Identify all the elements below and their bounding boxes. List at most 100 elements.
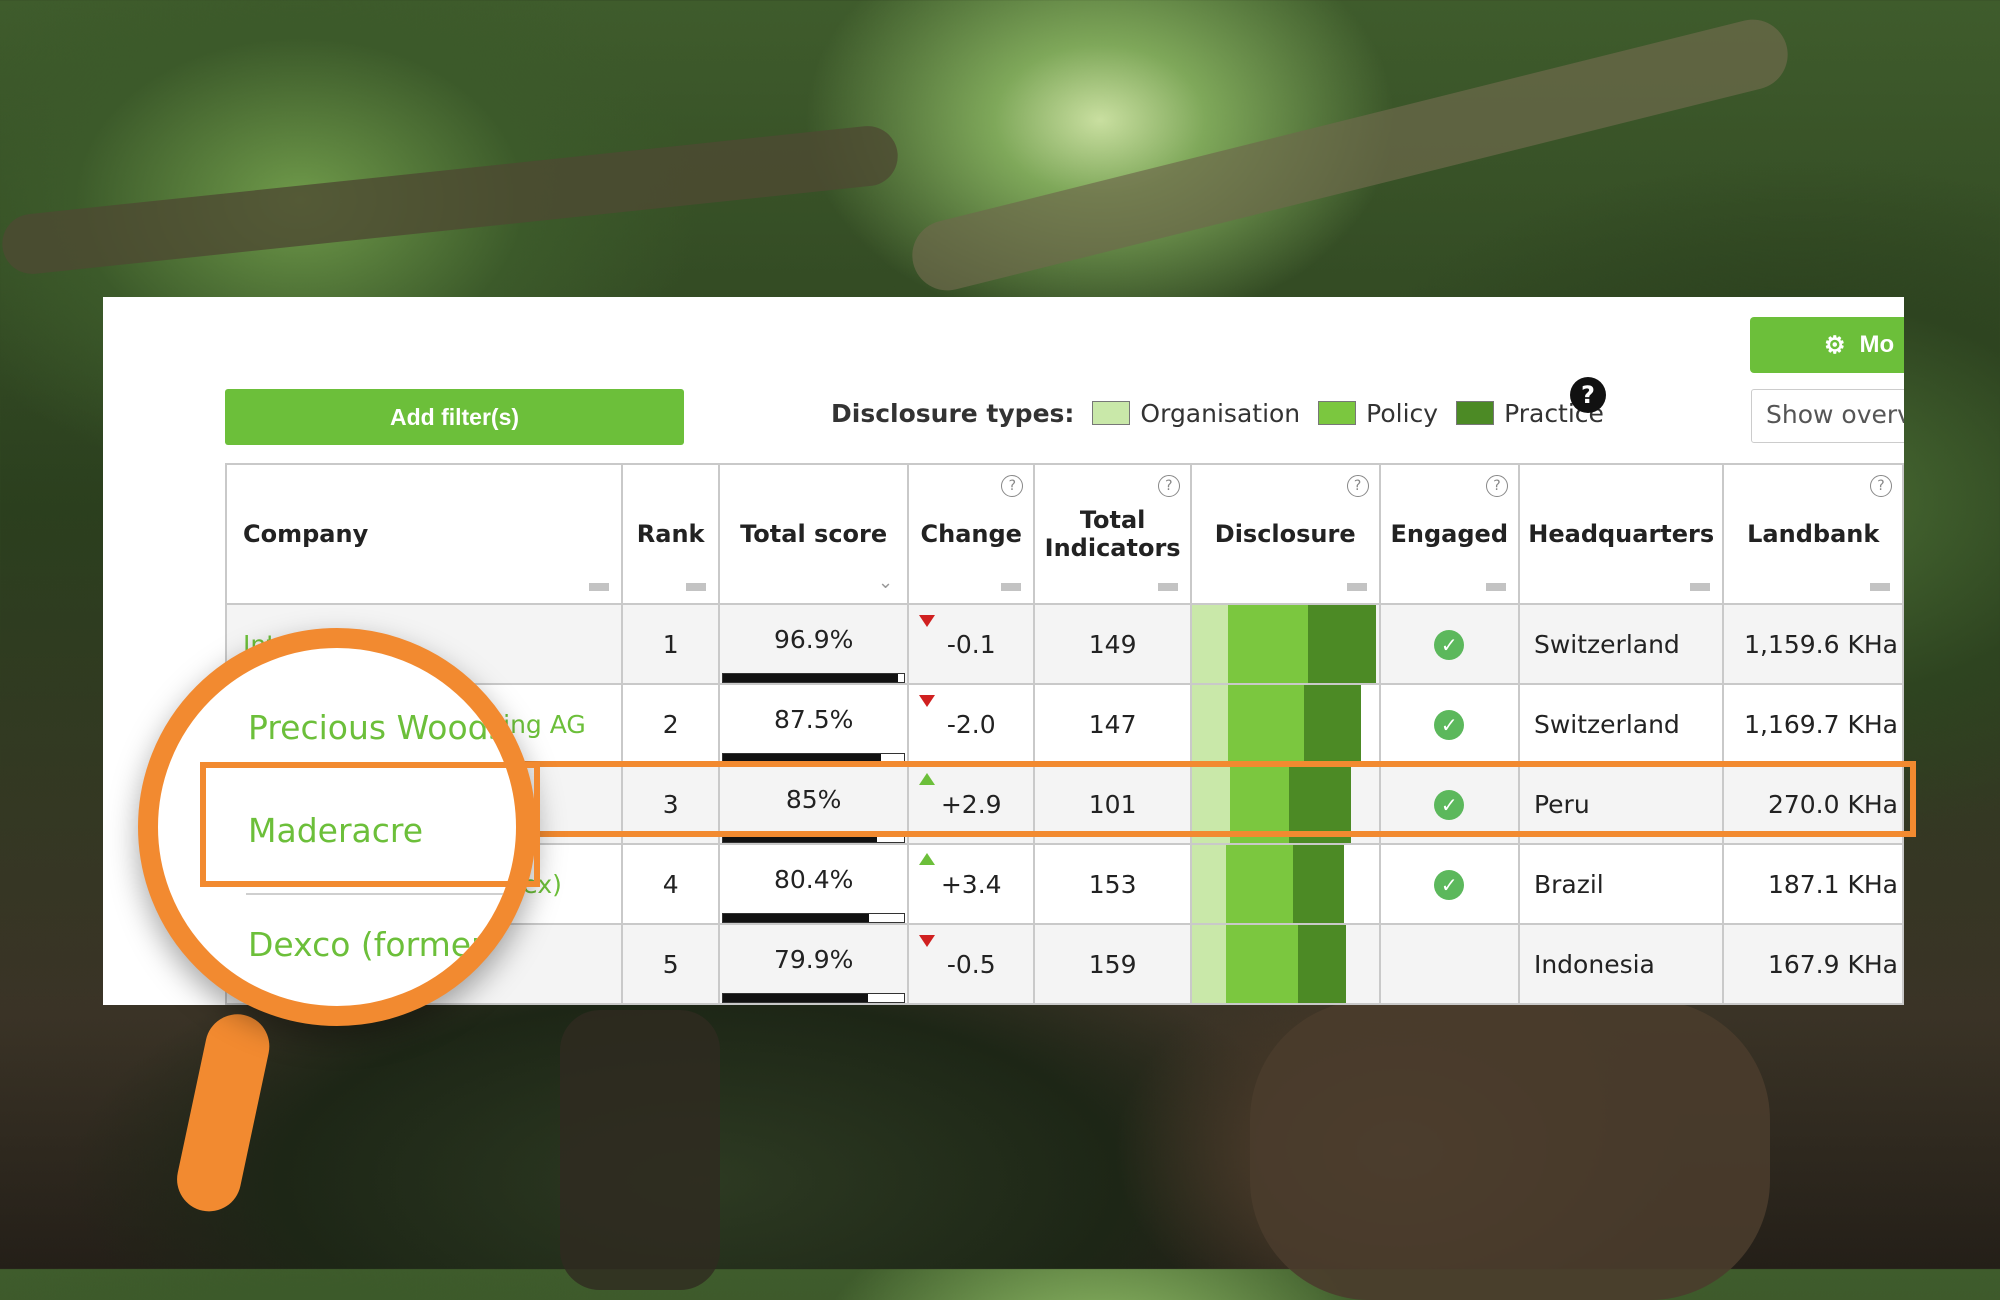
engaged-cell: ✓ [1378,683,1520,765]
legend-item-organisation: Organisation [1092,399,1300,428]
disclosure-cell [1189,923,1381,1005]
column-menu-icon[interactable] [686,583,707,591]
change-value: -2.0 [946,709,996,739]
column-header-total-score[interactable]: Total score ⌄ [718,463,910,605]
total-indicators-cell: 153 [1033,843,1192,925]
info-icon[interactable]: ? [1870,475,1892,497]
info-icon[interactable]: ? [1001,475,1024,497]
change-value: -0.5 [946,949,996,979]
legend-item-policy: Policy [1318,399,1438,428]
column-header-headquarters[interactable]: Headquarters [1517,463,1725,605]
column-header-engaged[interactable]: ? Engaged [1378,463,1520,605]
total-score-value: 96.9% [773,625,854,654]
total-score-cell: 80.4% [718,843,910,925]
column-menu-icon[interactable] [1485,583,1506,591]
column-header-disclosure[interactable]: ? Disclosure [1189,463,1381,605]
score-bar-fill [723,994,868,1002]
total-score-value: 79.9% [773,945,854,974]
column-header-change[interactable]: ? Change [907,463,1036,605]
total-indicators-cell: 159 [1033,923,1192,1005]
column-menu-icon[interactable] [1157,583,1178,591]
check-circle-icon: ✓ [1434,629,1465,660]
total-indicators-cell: 147 [1033,683,1192,765]
methodology-button[interactable]: ⚙ Mo [1750,317,1904,373]
magnifier-company-name: Dexco (formerly [248,925,514,964]
arrow-up-icon [919,853,936,865]
score-bar-fill [723,914,869,922]
disclosure-legend: Disclosure types: Organisation Policy Pr… [831,391,1622,435]
column-header-label: Total [1079,506,1146,534]
column-menu-icon[interactable] [1346,583,1367,591]
disclosure-segment-organisation [1191,925,1227,1003]
show-overview-select[interactable]: Show overv [1751,389,1904,443]
disclosure-segment-practice [1307,605,1377,683]
column-menu-icon[interactable] [1870,583,1890,591]
change-cell: -2.0 [907,683,1036,765]
column-header-total-indicators[interactable]: ? Total Indicators [1033,463,1192,605]
rank-cell: 4 [621,843,721,925]
info-icon[interactable]: ? [1346,475,1369,497]
disclosure-segment-practice [1292,845,1344,923]
add-filter-button[interactable]: Add filter(s) [225,389,684,445]
total-score-cell: 79.9% [718,923,910,1005]
disclosure-cell [1189,603,1381,685]
disclosure-bar [1191,605,1377,683]
landbank-cell: 1,169.7 KHa [1722,683,1904,765]
magnifier-row-divider [246,893,516,895]
engaged-cell: ✓ [1378,843,1520,925]
disclosure-cell [1189,843,1381,925]
column-header-label: Headquarters [1528,520,1715,548]
headquarters-cell: Indonesia [1517,923,1725,1005]
help-icon[interactable]: ? [1570,377,1606,413]
column-header-label: Engaged [1390,520,1509,548]
total-score-value: 87.5% [773,705,854,734]
sort-descending-icon[interactable]: ⌄ [878,572,893,593]
headquarters-cell: Switzerland [1517,683,1725,765]
column-menu-icon[interactable] [589,583,610,591]
legend-title: Disclosure types: [831,398,1075,428]
column-header-label: Landbank [1747,520,1880,548]
magnifier-company-name: Precious Woods [248,708,506,747]
column-header-rank[interactable]: Rank [621,463,721,605]
score-bar [722,673,906,683]
disclosure-segment-policy [1226,845,1293,923]
disclosure-segment-policy [1226,925,1299,1003]
column-header-label: Company [243,520,369,548]
column-menu-icon[interactable] [1690,583,1711,591]
table-header-row: Company Rank Total score ⌄ ? Change ? To… [224,463,1904,605]
column-header-company[interactable]: Company [224,463,624,605]
column-header-landbank[interactable]: ? Landbank [1722,463,1904,605]
column-header-label: Total score [740,520,888,548]
magnifier-handle [171,1008,276,1218]
legend-item-label: Organisation [1140,398,1301,428]
info-icon[interactable]: ? [1157,475,1180,497]
disclosure-segment-practice [1303,685,1361,763]
disclosure-segment-policy [1227,605,1308,683]
disclosure-segment-policy [1227,685,1304,763]
column-menu-icon[interactable] [1001,583,1022,591]
check-circle-icon: ✓ [1434,709,1465,740]
disclosure-segment-practice [1298,925,1346,1003]
change-cell: +3.4 [907,843,1036,925]
change-value: -0.1 [946,629,996,659]
gear-icon: ⚙ [1824,331,1846,359]
disclosure-bar [1191,845,1344,923]
disclosure-bar [1191,925,1346,1003]
disclosure-segment-organisation [1191,685,1228,763]
table-row[interactable]: Int196.9%-0.1149✓Switzerland1,159.6 KHa [224,603,1904,685]
total-score-cell: 87.5% [718,683,910,765]
methodology-button-label: Mo [1859,331,1895,358]
rank-cell: 5 [621,923,721,1005]
engaged-cell [1378,923,1520,1005]
legend-item-label: Policy [1366,398,1439,428]
disclosure-segment-organisation [1191,845,1227,923]
column-header-label: Change [920,520,1022,548]
disclosure-segment-organisation [1191,605,1228,683]
info-icon[interactable]: ? [1485,475,1508,497]
total-score-cell: 96.9% [718,603,910,685]
score-bar [722,993,906,1003]
rank-cell: 1 [621,603,721,685]
disclosure-cell [1189,683,1381,765]
practice-swatch [1456,401,1495,425]
magnifier-highlight-frame [200,762,540,887]
